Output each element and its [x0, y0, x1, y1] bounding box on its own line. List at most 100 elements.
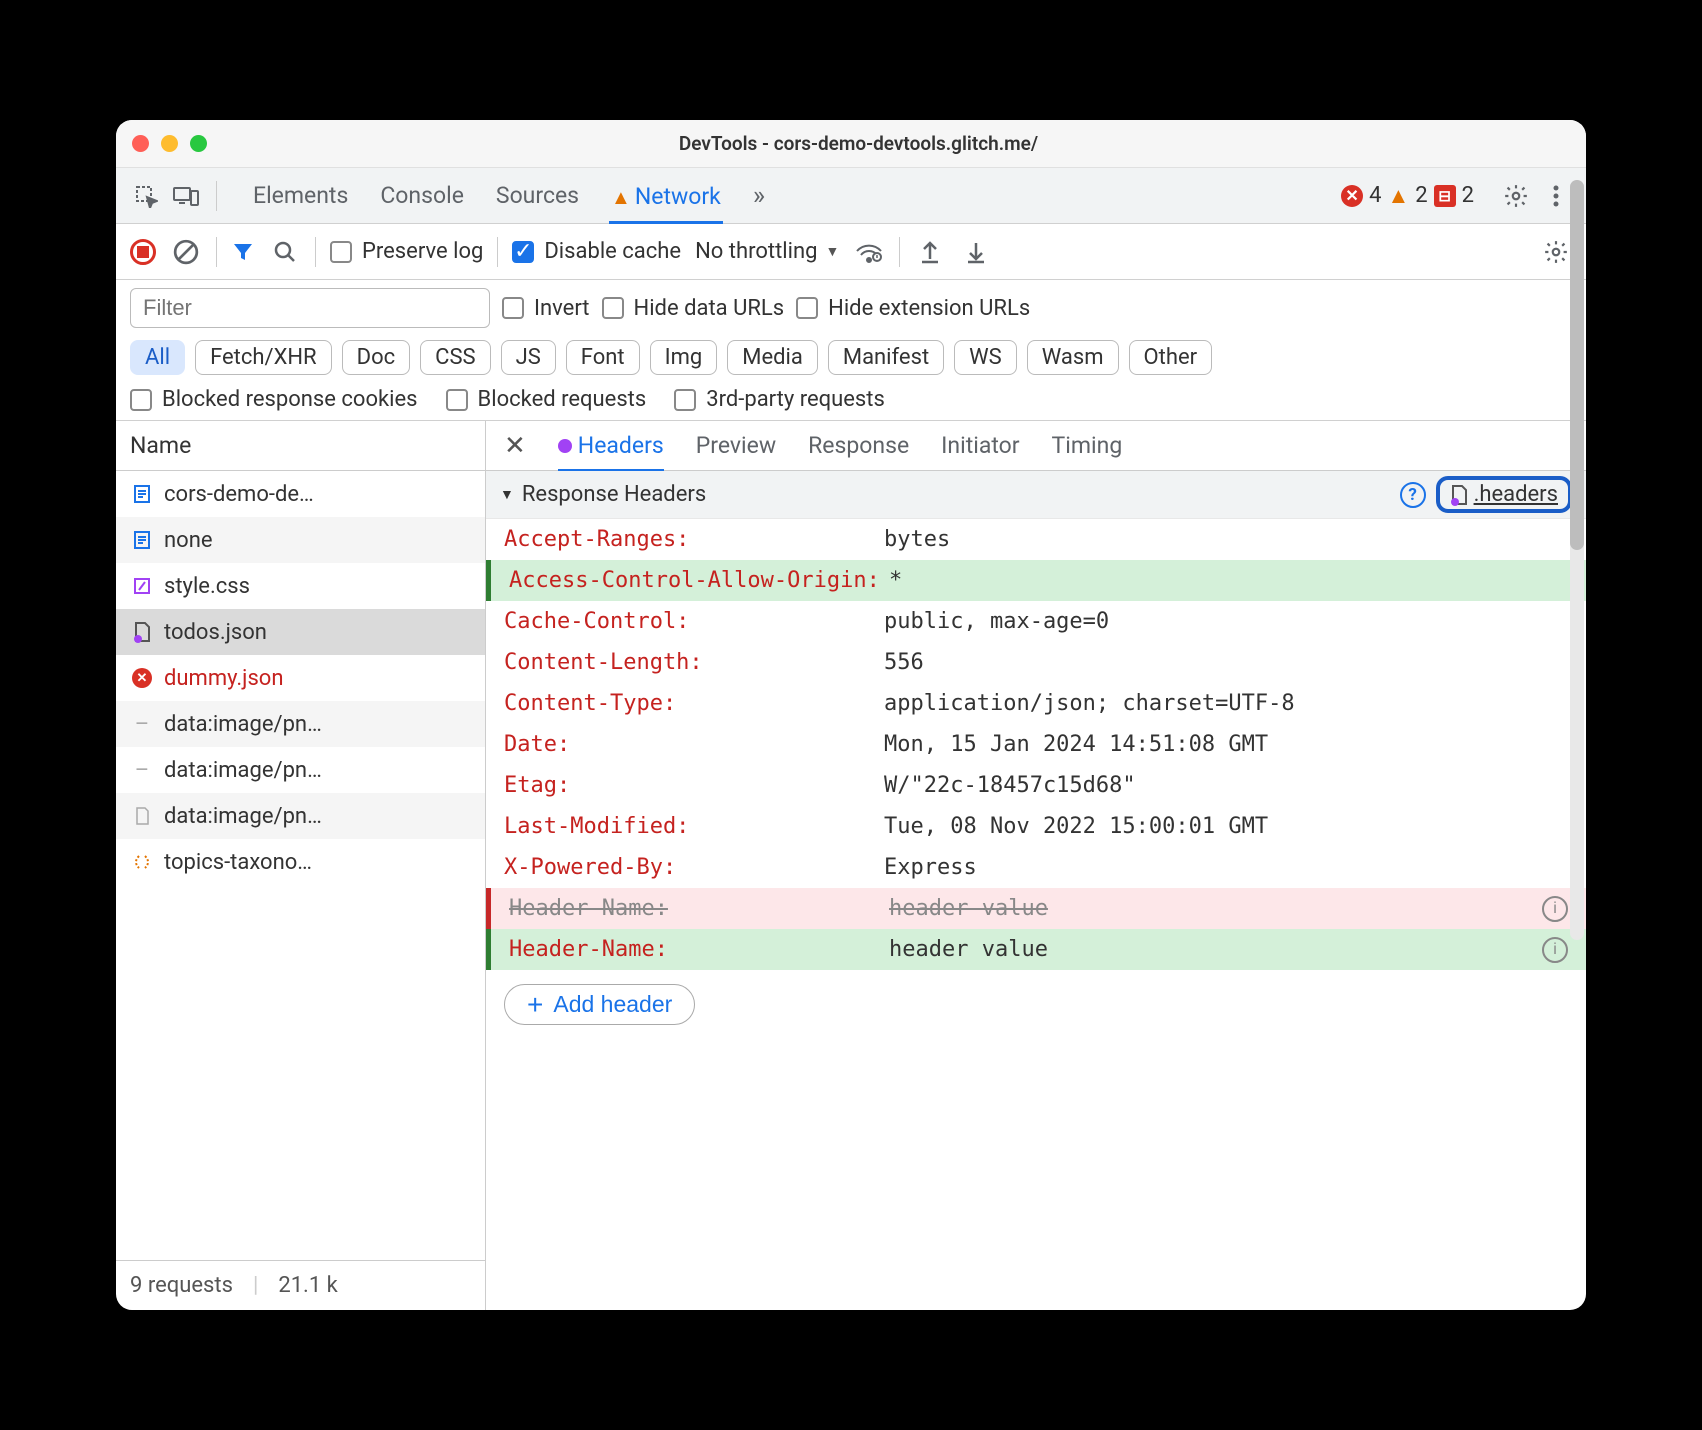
chip-font[interactable]: Font [566, 340, 640, 375]
export-har-icon[interactable] [960, 236, 992, 268]
filter-input[interactable] [130, 288, 490, 328]
tab-response[interactable]: Response [808, 432, 909, 459]
search-icon[interactable] [269, 236, 301, 268]
header-key: Accept-Ranges: [504, 527, 884, 552]
header-row[interactable]: Accept-Ranges:bytes [486, 519, 1586, 560]
preserve-log-checkbox[interactable]: Preserve log [330, 239, 483, 264]
window-title: DevTools - cors-demo-devtools.glitch.me/ [207, 132, 1510, 155]
network-conditions-icon[interactable] [853, 236, 885, 268]
info-icon[interactable]: i [1542, 937, 1568, 963]
request-name: style.css [164, 574, 250, 599]
network-settings-icon[interactable] [1540, 236, 1572, 268]
chip-css[interactable]: CSS [420, 340, 490, 375]
disable-cache-checkbox[interactable]: ✓Disable cache [512, 239, 681, 264]
header-row[interactable]: X-Powered-By:Express [486, 847, 1586, 888]
chip-all[interactable]: All [130, 340, 185, 375]
tab-network-label: Network [635, 183, 721, 210]
add-header-button[interactable]: +Add header [504, 984, 695, 1025]
chip-fetch-xhr[interactable]: Fetch/XHR [195, 340, 332, 375]
third-party-checkbox[interactable]: 3rd-party requests [674, 387, 885, 412]
record-button[interactable] [130, 239, 156, 265]
header-key: Cache-Control: [504, 609, 884, 634]
header-row[interactable]: Date:Mon, 15 Jan 2024 14:51:08 GMT [486, 724, 1586, 765]
header-key: Access-Control-Allow-Origin: [509, 568, 889, 593]
override-file-icon [1450, 484, 1468, 506]
minimize-window[interactable] [161, 135, 178, 152]
warning-icon: ▲ [611, 185, 631, 209]
request-row[interactable]: ✕ dummy.json [116, 655, 485, 701]
header-value: public, max-age=0 [884, 609, 1586, 634]
request-row[interactable]: topics-taxono… [116, 839, 485, 885]
header-value: * [889, 568, 1586, 593]
header-value: application/json; charset=UTF-8 [884, 691, 1586, 716]
request-row[interactable]: style.css [116, 563, 485, 609]
tab-elements[interactable]: Elements [251, 179, 350, 212]
request-row-selected[interactable]: todos.json [116, 609, 485, 655]
document-icon [130, 482, 154, 506]
chip-img[interactable]: Img [650, 340, 718, 375]
header-row[interactable]: Cache-Control:public, max-age=0 [486, 601, 1586, 642]
tab-preview[interactable]: Preview [696, 432, 776, 459]
tab-console[interactable]: Console [378, 179, 466, 212]
tab-timing[interactable]: Timing [1052, 432, 1123, 459]
chip-other[interactable]: Other [1129, 340, 1213, 375]
request-row[interactable]: none [116, 517, 485, 563]
blocked-cookies-label: Blocked response cookies [162, 387, 418, 412]
chip-doc[interactable]: Doc [342, 340, 411, 375]
name-column-header[interactable]: Name [116, 421, 485, 471]
request-row[interactable]: – data:image/pn… [116, 701, 485, 747]
invert-checkbox[interactable]: Invert [502, 296, 590, 321]
header-row[interactable]: Content-Length:556 [486, 642, 1586, 683]
header-row[interactable]: Last-Modified:Tue, 08 Nov 2022 15:00:01 … [486, 806, 1586, 847]
import-har-icon[interactable] [914, 236, 946, 268]
throttling-dropdown[interactable]: No throttling ▼ [695, 239, 839, 264]
divider [315, 237, 316, 267]
request-list: cors-demo-de… none style.css todos.json … [116, 471, 485, 1260]
more-tabs-icon[interactable]: » [751, 178, 767, 214]
kebab-menu-icon[interactable] [1540, 180, 1572, 212]
header-row[interactable]: Etag:W/"22c-18457c15d68" [486, 765, 1586, 806]
chip-wasm[interactable]: Wasm [1027, 340, 1119, 375]
network-main: Name cors-demo-de… none style.css todos.… [116, 421, 1586, 1310]
tab-sources[interactable]: Sources [494, 179, 581, 212]
header-row-removed[interactable]: Header-Name:header valuei [486, 888, 1586, 929]
close-window[interactable] [132, 135, 149, 152]
help-icon[interactable]: ? [1400, 482, 1426, 508]
chip-ws[interactable]: WS [954, 340, 1017, 375]
header-row[interactable]: Content-Type:application/json; charset=U… [486, 683, 1586, 724]
tab-headers[interactable]: Headers [558, 432, 664, 472]
divider [216, 181, 217, 211]
clear-icon[interactable] [170, 236, 202, 268]
response-headers-section[interactable]: ▼ Response Headers ? .headers [486, 471, 1586, 519]
tab-initiator[interactable]: Initiator [941, 432, 1019, 459]
override-dot-icon [558, 439, 572, 453]
blocked-requests-checkbox[interactable]: Blocked requests [446, 387, 647, 412]
inspect-icon[interactable] [130, 180, 162, 212]
request-row[interactable]: cors-demo-de… [116, 471, 485, 517]
blocked-cookies-checkbox[interactable]: Blocked response cookies [130, 387, 418, 412]
info-icon[interactable]: i [1542, 896, 1568, 922]
tab-network[interactable]: ▲Network [609, 180, 723, 224]
zoom-window[interactable] [190, 135, 207, 152]
issue-badges[interactable]: ✕4 ▲2 ⊟2 [1341, 183, 1474, 209]
chip-manifest[interactable]: Manifest [828, 340, 944, 375]
device-toggle-icon[interactable] [170, 180, 202, 212]
request-row[interactable]: data:image/pn… [116, 793, 485, 839]
throttling-label: No throttling [695, 239, 817, 264]
request-row[interactable]: – data:image/pn… [116, 747, 485, 793]
hide-extension-urls-checkbox[interactable]: Hide extension URLs [796, 296, 1030, 321]
close-detail-icon[interactable]: ✕ [504, 431, 526, 461]
settings-icon[interactable] [1500, 180, 1532, 212]
error-badge-icon: ✕ [1341, 185, 1363, 207]
filter-icon[interactable] [231, 240, 255, 264]
headers-override-link[interactable]: .headers [1436, 476, 1572, 513]
hide-data-urls-checkbox[interactable]: Hide data URLs [602, 296, 785, 321]
header-row-override[interactable]: Access-Control-Allow-Origin:* [486, 560, 1586, 601]
chip-js[interactable]: JS [501, 340, 556, 375]
scrollbar-thumb[interactable] [1570, 180, 1584, 550]
issue-count: 2 [1462, 183, 1474, 208]
request-name: todos.json [164, 620, 267, 645]
header-row-override[interactable]: Header-Name:header valuei [486, 929, 1586, 970]
disable-cache-label: Disable cache [544, 239, 681, 264]
chip-media[interactable]: Media [727, 340, 818, 375]
